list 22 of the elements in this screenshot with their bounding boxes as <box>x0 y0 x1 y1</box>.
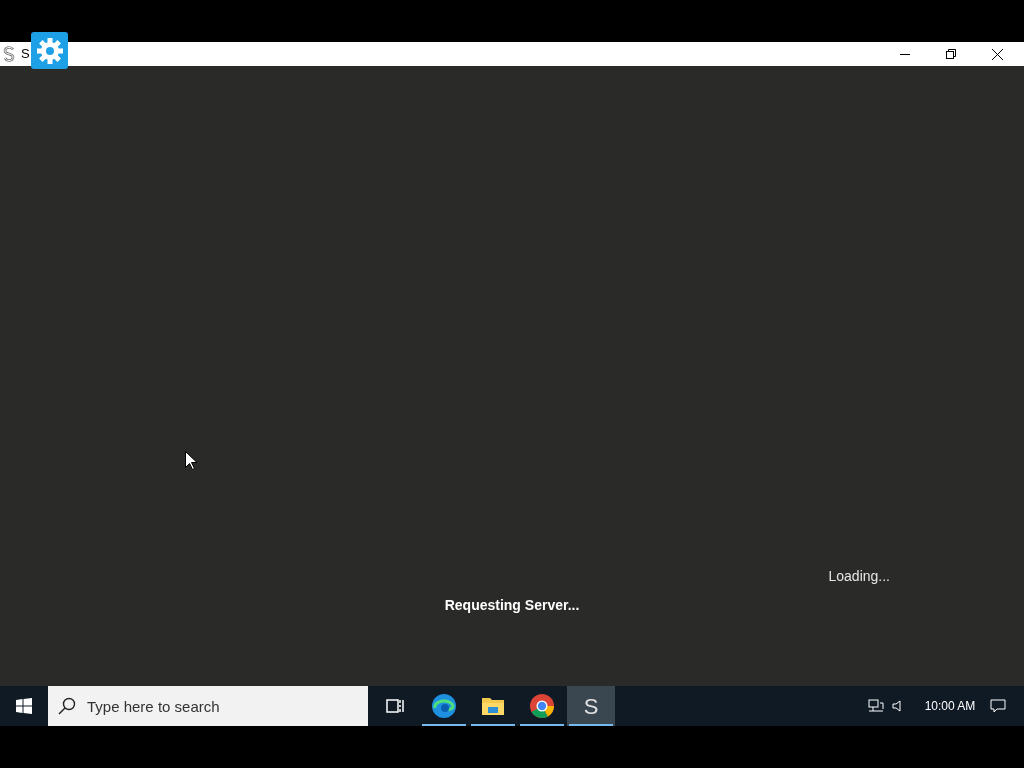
loading-text: Loading... <box>828 567 890 586</box>
search-icon <box>58 697 76 715</box>
taskbar-app-button[interactable]: S <box>567 686 615 726</box>
mouse-pointer-icon <box>185 451 197 470</box>
notification-icon <box>990 699 1006 713</box>
search-field[interactable]: Type here to search <box>48 686 368 726</box>
minimize-icon <box>900 53 910 55</box>
app-logo-icon <box>3 46 15 62</box>
browser-ring-icon <box>529 693 555 719</box>
restore-icon <box>946 49 956 59</box>
close-icon <box>991 48 1003 60</box>
network-icon <box>868 699 884 713</box>
gear-icon <box>35 36 64 65</box>
windows-logo-icon <box>16 698 32 714</box>
task-view-icon <box>386 698 404 714</box>
clock-time: 10:00 AM <box>923 698 977 715</box>
window-title: S <box>21 45 30 64</box>
folder-icon <box>481 695 505 717</box>
status-text: Requesting Server... <box>444 596 580 615</box>
app-letter: S <box>583 692 599 721</box>
browser-swirl-icon <box>431 693 457 719</box>
settings-gear-button[interactable] <box>31 32 68 69</box>
